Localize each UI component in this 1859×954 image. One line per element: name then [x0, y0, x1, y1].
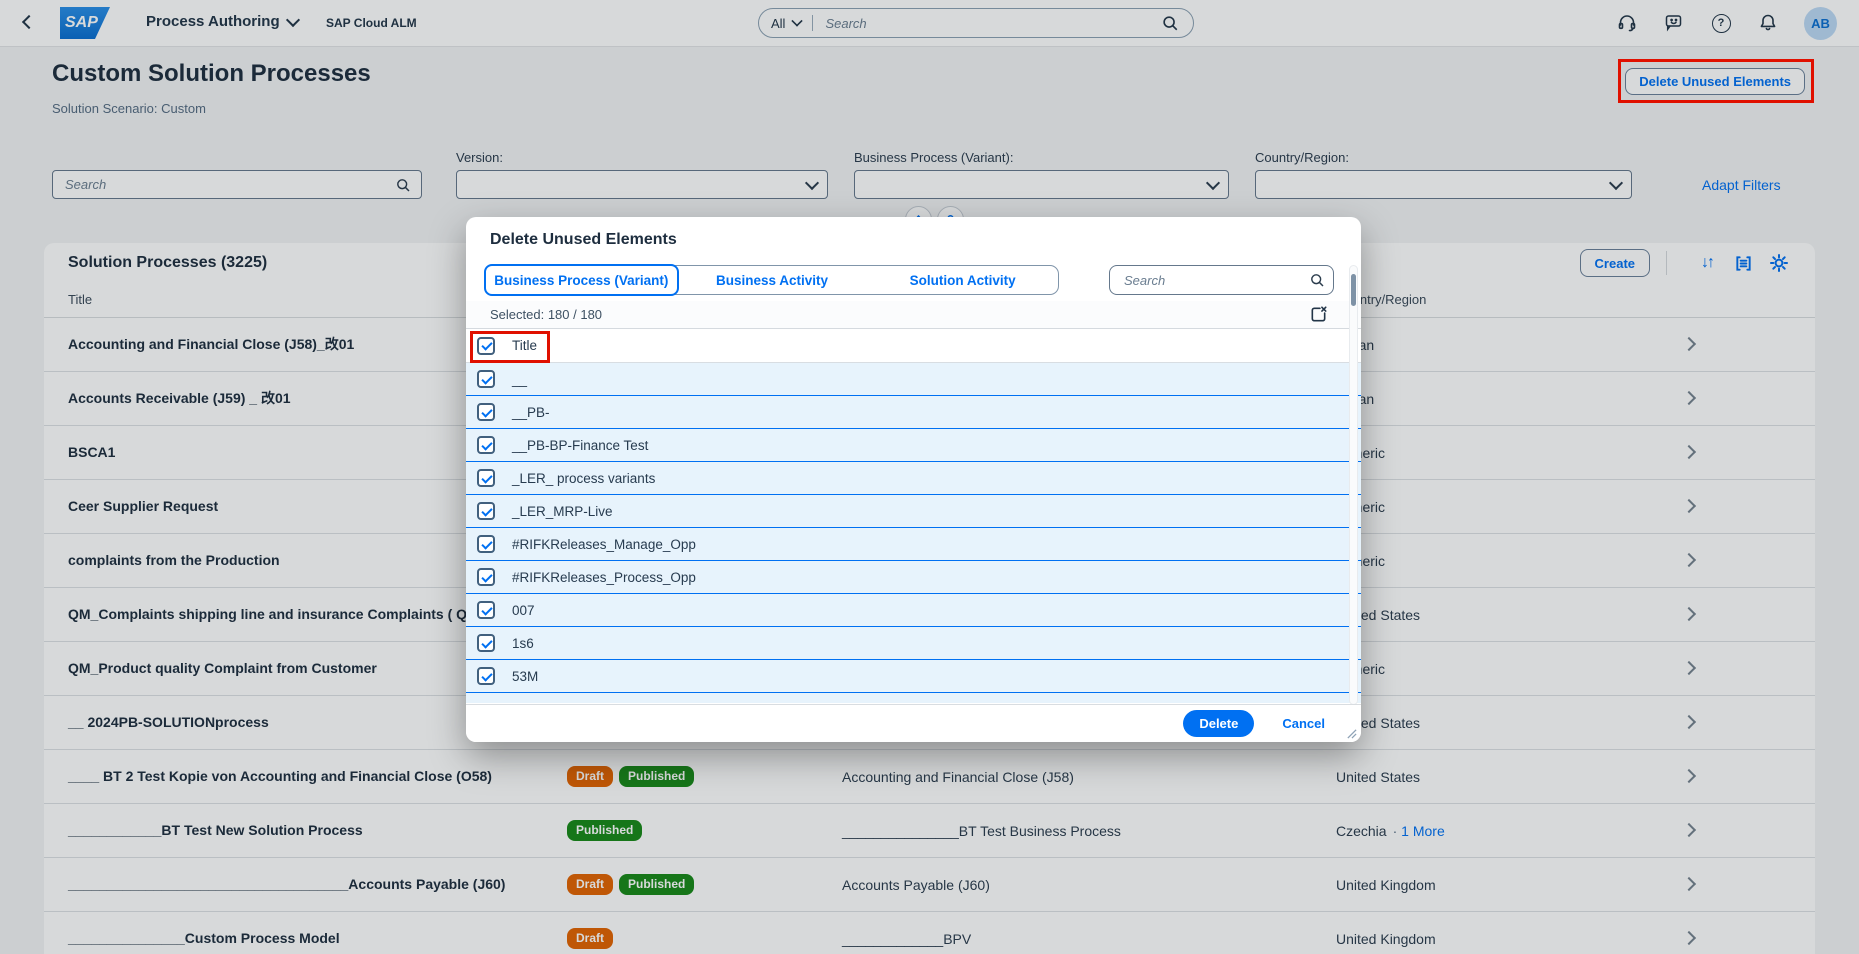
- item-checkbox[interactable]: [477, 535, 495, 553]
- dialog-list-item[interactable]: 007: [466, 594, 1361, 627]
- dialog-list-item[interactable]: _LER_MRP-Live: [466, 495, 1361, 528]
- dialog-list-header-label: Title: [512, 338, 537, 353]
- resize-grip-icon[interactable]: [1346, 728, 1357, 739]
- item-label: #RIFKReleases_Manage_Opp: [512, 537, 696, 552]
- item-checkbox[interactable]: [477, 469, 495, 487]
- item-label: 007: [512, 603, 535, 618]
- dialog-item-list: Title __ __PB- __PB-BP-Finance Test _LER_ pr…: [466, 329, 1361, 703]
- dialog-search-field[interactable]: [1109, 265, 1334, 295]
- dialog-title: Delete Unused Elements: [490, 231, 677, 249]
- scrollbar-thumb[interactable]: [1351, 274, 1356, 306]
- dialog-list-item[interactable]: __: [466, 363, 1361, 396]
- deselect-all-icon[interactable]: [1309, 305, 1329, 325]
- dialog-list-item[interactable]: #RIFKReleases_Process_Opp: [466, 561, 1361, 594]
- selection-summary-row: Selected: 180 / 180: [466, 301, 1361, 329]
- item-label: __PB-BP-Finance Test: [512, 438, 648, 453]
- dialog-search-input[interactable]: [1122, 272, 1309, 289]
- item-checkbox[interactable]: [477, 634, 495, 652]
- dialog-list-item-partial: [466, 693, 1361, 703]
- item-checkbox[interactable]: [477, 601, 495, 619]
- cancel-button[interactable]: Cancel: [1276, 715, 1331, 732]
- dialog-tab-business-process-variant-[interactable]: Business Process (Variant): [484, 264, 679, 296]
- item-label: #RIFKReleases_Process_Opp: [512, 570, 696, 585]
- item-checkbox[interactable]: [477, 568, 495, 586]
- dialog-tab-solution-activity[interactable]: Solution Activity: [867, 266, 1058, 294]
- dialog-footer: Delete Cancel: [466, 704, 1361, 742]
- dialog-tab-group: Business Process (Variant)Business Activ…: [485, 265, 1059, 295]
- dialog-list-item[interactable]: __PB-: [466, 396, 1361, 429]
- selection-summary: Selected: 180 / 180: [490, 307, 602, 322]
- item-label: _LER_ process variants: [512, 471, 655, 486]
- delete-button[interactable]: Delete: [1183, 710, 1254, 737]
- dialog-list-header-row[interactable]: Title: [466, 329, 1361, 363]
- item-label: _LER_MRP-Live: [512, 504, 613, 519]
- delete-unused-elements-dialog: Delete Unused Elements Business Process …: [466, 217, 1361, 742]
- item-checkbox[interactable]: [477, 667, 495, 685]
- dialog-list-item[interactable]: _LER_ process variants: [466, 462, 1361, 495]
- dialog-list-item[interactable]: 53M: [466, 660, 1361, 693]
- dialog-list-item[interactable]: #RIFKReleases_Manage_Opp: [466, 528, 1361, 561]
- item-checkbox[interactable]: [477, 403, 495, 421]
- item-label: 1s6: [512, 636, 534, 651]
- item-label: __: [512, 372, 527, 387]
- search-icon[interactable]: [1309, 272, 1325, 288]
- item-checkbox[interactable]: [477, 436, 495, 454]
- dialog-scrollbar[interactable]: [1349, 265, 1358, 705]
- select-all-checkbox[interactable]: [477, 337, 495, 355]
- dialog-list-item[interactable]: 1s6: [466, 627, 1361, 660]
- item-label: 53M: [512, 669, 538, 684]
- item-checkbox[interactable]: [477, 502, 495, 520]
- item-checkbox[interactable]: [477, 370, 495, 388]
- item-label: __PB-: [512, 405, 550, 420]
- dialog-tab-business-activity[interactable]: Business Activity: [677, 266, 868, 294]
- dialog-list-item[interactable]: __PB-BP-Finance Test: [466, 429, 1361, 462]
